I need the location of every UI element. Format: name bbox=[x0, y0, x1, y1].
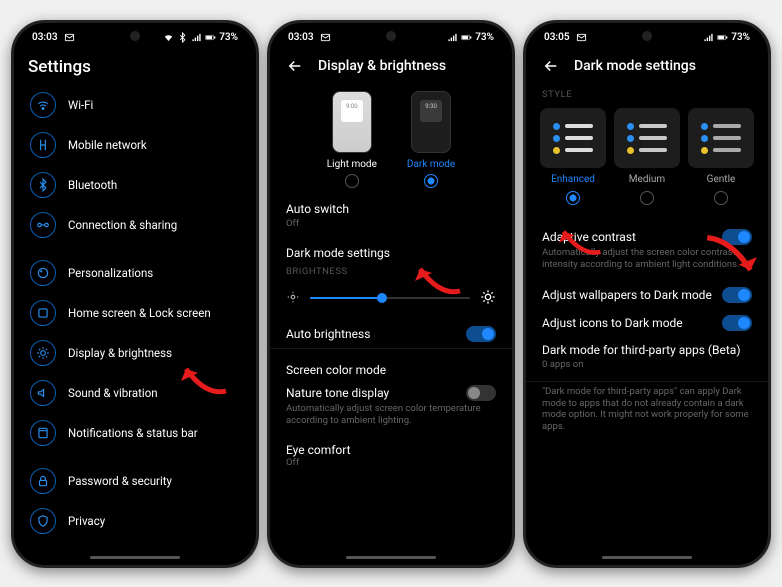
camera-notch bbox=[130, 31, 140, 41]
style-label-enhanced: Enhanced bbox=[540, 174, 606, 185]
auto-brightness-row[interactable]: Auto brightness bbox=[270, 316, 512, 344]
brightness-caption: BRIGHTNESS bbox=[270, 262, 512, 281]
battery-icon bbox=[461, 32, 472, 43]
settings-list: Wi-Fi Mobile network Bluetooth Connectio… bbox=[14, 85, 256, 541]
eye-comfort-row[interactable]: Eye comfort bbox=[270, 433, 512, 457]
mode-picker: 9:00 Light mode 9:30 Dark mode bbox=[270, 85, 512, 192]
icons-row[interactable]: Adjust icons to Dark mode bbox=[526, 305, 768, 333]
wallpapers-row[interactable]: Adjust wallpapers to Dark mode bbox=[526, 277, 768, 305]
phone-3-darkmode: 03:05 73% Dark mode settings STYLE bbox=[523, 20, 771, 568]
page-header: Display & brightness bbox=[270, 51, 512, 85]
nav-handle[interactable] bbox=[602, 556, 692, 559]
sidebar-item-sound[interactable]: Sound & vibration bbox=[14, 373, 256, 413]
camera-notch bbox=[386, 31, 396, 41]
nav-handle[interactable] bbox=[346, 556, 436, 559]
style-label-gentle: Gentle bbox=[688, 174, 754, 185]
gmail-icon bbox=[576, 32, 587, 43]
toggle-off-icon[interactable] bbox=[466, 385, 496, 401]
page-title: Settings bbox=[14, 51, 256, 85]
auto-switch-row[interactable]: Auto switch bbox=[270, 192, 512, 218]
sidebar-item-mobile[interactable]: Mobile network bbox=[14, 125, 256, 165]
sidebar-item-connection[interactable]: Connection & sharing bbox=[14, 205, 256, 245]
palette-icon bbox=[30, 260, 56, 286]
shield-icon bbox=[30, 508, 56, 534]
nature-tone-row[interactable]: Nature tone display bbox=[270, 379, 512, 403]
nature-tone-sub: Automatically adjust screen color temper… bbox=[270, 403, 512, 433]
adaptive-sub: Automatically adjust the screen color co… bbox=[526, 247, 768, 277]
status-time: 03:03 bbox=[288, 32, 314, 43]
sidebar-item-privacy[interactable]: Privacy bbox=[14, 501, 256, 541]
sun-bright-icon bbox=[480, 289, 496, 308]
eye-comfort-sub: Off bbox=[270, 457, 512, 475]
bt-status-icon bbox=[177, 32, 188, 43]
radio-icon[interactable] bbox=[714, 191, 728, 205]
battery-pct: 73% bbox=[475, 32, 494, 43]
nav-handle[interactable] bbox=[90, 556, 180, 559]
style-caption: STYLE bbox=[526, 85, 768, 104]
page-header: Dark mode settings bbox=[526, 51, 768, 85]
radio-selected-icon bbox=[424, 174, 438, 188]
sound-icon bbox=[30, 380, 56, 406]
footer-note: "Dark mode for third-party apps" can app… bbox=[526, 386, 768, 440]
page-title: Display & brightness bbox=[318, 58, 446, 74]
sidebar-item-wifi[interactable]: Wi-Fi bbox=[14, 85, 256, 125]
thirdparty-sub: 0 apps on bbox=[526, 359, 768, 377]
gmail-icon bbox=[64, 32, 75, 43]
radio-icon[interactable] bbox=[640, 191, 654, 205]
notification-icon bbox=[30, 420, 56, 446]
signal-icon bbox=[447, 32, 458, 43]
light-mode-option[interactable]: 9:00 Light mode bbox=[327, 91, 377, 188]
status-time: 03:03 bbox=[32, 32, 58, 43]
gmail-icon bbox=[320, 32, 331, 43]
phone-1-settings: 03:03 73% Settings Wi-Fi Mobile network … bbox=[11, 20, 259, 568]
style-gentle[interactable] bbox=[688, 108, 754, 168]
brightness-icon bbox=[30, 340, 56, 366]
wifi-icon bbox=[30, 92, 56, 118]
auto-switch-sub: Off bbox=[270, 218, 512, 236]
brightness-slider[interactable] bbox=[270, 281, 512, 316]
toggle-on-icon[interactable] bbox=[722, 229, 752, 245]
sidebar-item-personalizations[interactable]: Personalizations bbox=[14, 253, 256, 293]
sidebar-item-home[interactable]: Home screen & Lock screen bbox=[14, 293, 256, 333]
sidebar-item-notif[interactable]: Notifications & status bar bbox=[14, 413, 256, 453]
battery-pct: 73% bbox=[731, 32, 750, 43]
style-grid bbox=[526, 104, 768, 170]
signal-icon bbox=[703, 32, 714, 43]
signal-icon bbox=[191, 32, 202, 43]
lock-icon bbox=[30, 468, 56, 494]
thirdparty-row[interactable]: Dark mode for third-party apps (Beta) bbox=[526, 333, 768, 359]
radio-selected-icon[interactable] bbox=[566, 191, 580, 205]
home-icon bbox=[30, 300, 56, 326]
sidebar-item-display[interactable]: Display & brightness bbox=[14, 333, 256, 373]
toggle-on-icon[interactable] bbox=[722, 287, 752, 303]
battery-pct: 73% bbox=[219, 32, 238, 43]
page-title: Dark mode settings bbox=[574, 58, 696, 74]
sun-dim-icon bbox=[286, 290, 300, 307]
sidebar-item-security[interactable]: Password & security bbox=[14, 461, 256, 501]
style-medium[interactable] bbox=[614, 108, 680, 168]
battery-icon bbox=[205, 32, 216, 43]
dark-mode-option[interactable]: 9:30 Dark mode bbox=[407, 91, 455, 188]
battery-icon bbox=[717, 32, 728, 43]
style-enhanced[interactable] bbox=[540, 108, 606, 168]
sidebar-item-bluetooth[interactable]: Bluetooth bbox=[14, 165, 256, 205]
adaptive-contrast-row[interactable]: Adaptive contrast bbox=[526, 219, 768, 247]
toggle-on-icon[interactable] bbox=[722, 315, 752, 331]
radio-icon bbox=[345, 174, 359, 188]
mobile-icon bbox=[30, 132, 56, 158]
connection-icon bbox=[30, 212, 56, 238]
screen-color-row[interactable]: Screen color mode bbox=[270, 353, 512, 379]
phone-2-brightness: 03:03 73% Display & brightness 9:00 Ligh… bbox=[267, 20, 515, 568]
bluetooth-icon bbox=[30, 172, 56, 198]
toggle-on-icon[interactable] bbox=[466, 326, 496, 342]
back-icon[interactable] bbox=[286, 57, 304, 75]
wifi-status-icon bbox=[163, 32, 174, 43]
style-label-medium: Medium bbox=[614, 174, 680, 185]
camera-notch bbox=[642, 31, 652, 41]
dark-mode-settings-row[interactable]: Dark mode settings bbox=[270, 236, 512, 262]
status-time: 03:05 bbox=[544, 32, 570, 43]
back-icon[interactable] bbox=[542, 57, 560, 75]
